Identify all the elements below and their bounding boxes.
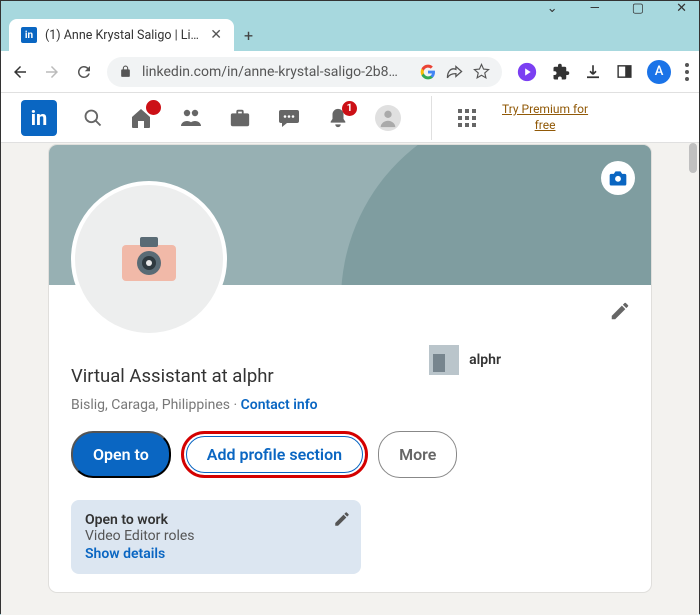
window-minimize-icon[interactable]: — — [590, 1, 600, 16]
tab-title: (1) Anne Krystal Saligo | LinkedIn — [45, 28, 202, 43]
forward-button[interactable] — [43, 63, 61, 81]
notifications-badge: 1 — [342, 101, 357, 116]
me-avatar-icon[interactable] — [375, 105, 401, 131]
edit-profile-button[interactable] — [609, 300, 631, 322]
window-close-icon[interactable]: ✕ — [676, 1, 687, 16]
company-link[interactable]: alphr — [429, 345, 501, 375]
new-tab-button[interactable]: + — [234, 20, 263, 51]
pencil-icon — [609, 300, 631, 322]
jobs-icon[interactable] — [229, 107, 251, 129]
play-extension-icon[interactable] — [516, 61, 538, 83]
home-icon[interactable] — [129, 106, 153, 130]
scrollbar[interactable] — [689, 143, 697, 173]
contact-info-link[interactable]: Contact info — [241, 397, 318, 413]
share-icon[interactable] — [446, 63, 463, 80]
window-dropdown-icon[interactable]: ⌄ — [547, 1, 558, 16]
address-bar: linkedin.com/in/anne-krystal-saligo-2b8…… — [1, 51, 699, 93]
premium-link[interactable]: Try Premium for free — [502, 102, 588, 133]
url-box[interactable]: linkedin.com/in/anne-krystal-saligo-2b8… — [107, 57, 502, 87]
download-icon[interactable] — [584, 63, 602, 81]
company-logo-icon — [429, 345, 459, 375]
browser-tab[interactable]: in (1) Anne Krystal Saligo | LinkedIn ✕ — [9, 19, 234, 51]
bookmark-star-icon[interactable] — [473, 63, 490, 80]
linkedin-nav: in 1 Try Premium for free — [1, 93, 699, 143]
more-button[interactable]: More — [378, 431, 457, 478]
window-controls: ⌄ — ▢ ✕ — [1, 1, 699, 15]
profile-card: alphr Virtual Assistant at alphr Bislig,… — [49, 145, 651, 592]
company-name: alphr — [469, 352, 501, 368]
back-button[interactable] — [11, 63, 29, 81]
content-area: alphr Virtual Assistant at alphr Bislig,… — [1, 143, 699, 615]
cover-camera-button[interactable] — [601, 161, 635, 195]
url-text: linkedin.com/in/anne-krystal-saligo-2b8… — [142, 64, 410, 80]
window-maximize-icon[interactable]: ▢ — [632, 1, 644, 16]
reload-button[interactable] — [75, 63, 93, 81]
show-details-link[interactable]: Show details — [85, 546, 347, 562]
open-card-subtitle: Video Editor roles — [85, 528, 347, 544]
profile-headline: Virtual Assistant at alphr — [71, 365, 629, 387]
tab-bar: in (1) Anne Krystal Saligo | LinkedIn ✕ … — [1, 15, 699, 51]
tab-close-icon[interactable]: ✕ — [210, 27, 222, 43]
tutorial-highlight: Add profile section — [181, 431, 368, 478]
open-to-work-card[interactable]: Open to work Video Editor roles Show det… — [71, 500, 361, 574]
network-icon[interactable] — [179, 106, 203, 130]
profile-actions: Open to Add profile section More — [71, 431, 629, 478]
google-icon[interactable] — [420, 64, 436, 80]
profile-avatar-button[interactable]: A — [647, 60, 671, 84]
extensions-icon[interactable] — [552, 63, 570, 81]
search-icon[interactable] — [83, 108, 103, 128]
add-profile-section-button[interactable]: Add profile section — [186, 436, 363, 473]
notifications-icon[interactable]: 1 — [327, 107, 349, 129]
nav-divider — [431, 96, 432, 140]
camera-icon — [608, 168, 628, 188]
edit-open-to-button[interactable] — [333, 510, 351, 528]
open-card-title: Open to work — [85, 512, 347, 528]
lock-icon — [119, 65, 132, 78]
linkedin-logo-icon[interactable]: in — [21, 100, 57, 136]
camera-icon — [122, 237, 176, 281]
profile-location: Bislig, Caraga, Philippines · Contact in… — [71, 397, 629, 413]
home-badge — [146, 100, 161, 115]
panel-icon[interactable] — [616, 63, 633, 80]
chrome-menu-icon[interactable] — [685, 63, 689, 81]
profile-photo-button[interactable] — [71, 181, 227, 337]
linkedin-favicon-icon: in — [21, 27, 37, 43]
pencil-icon — [333, 510, 351, 528]
apps-icon[interactable] — [458, 109, 476, 127]
open-to-button[interactable]: Open to — [71, 431, 171, 478]
messaging-icon[interactable] — [277, 106, 301, 130]
